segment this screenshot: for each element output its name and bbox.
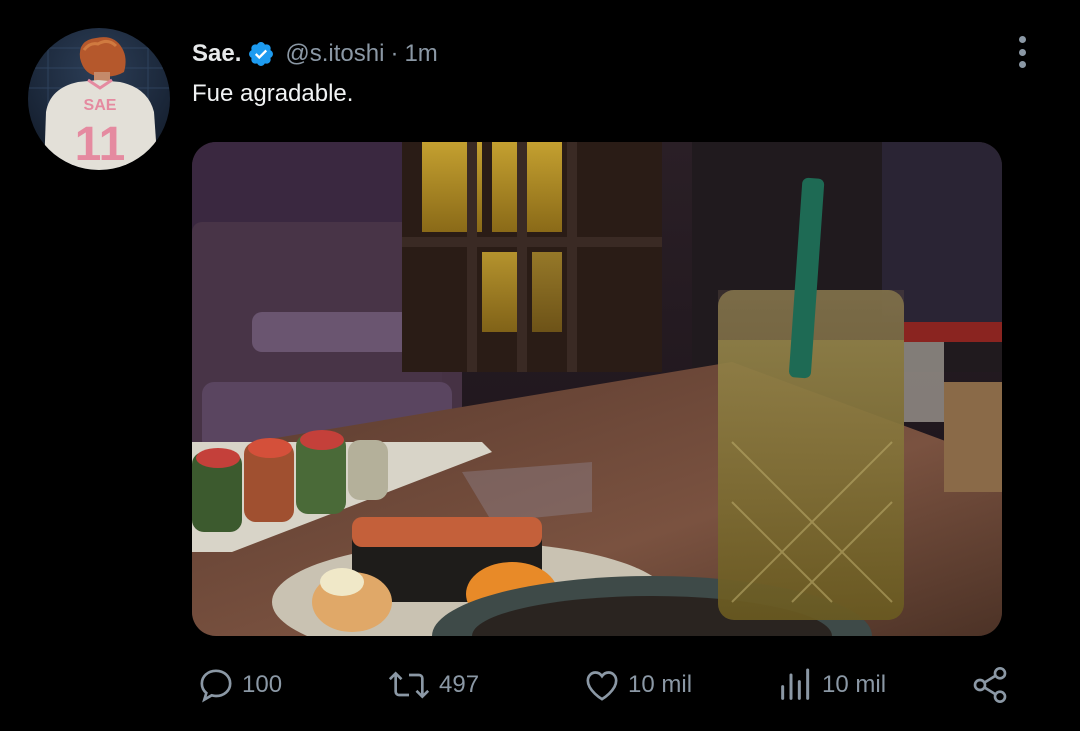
dot	[1018, 61, 1026, 68]
tweet: SAE 11 Sae. @s.itoshi · 1m Fue agradable…	[0, 0, 1080, 731]
separator: ·	[390, 40, 399, 67]
timestamp[interactable]: 1m	[404, 40, 437, 68]
like-button[interactable]: 10 mil	[582, 655, 692, 715]
reply-button[interactable]: 100	[196, 655, 282, 715]
views-icon	[776, 665, 816, 705]
retweet-icon	[385, 665, 433, 705]
tweet-text: Fue agradable.	[192, 80, 354, 107]
retweet-button[interactable]: 497	[385, 655, 479, 715]
retweet-count: 497	[439, 671, 480, 698]
heart-icon	[582, 665, 622, 705]
reply-icon	[196, 665, 236, 705]
avatar-image: SAE 11	[28, 28, 170, 170]
avatar-jersey-text: SAE	[84, 97, 117, 114]
views-count: 10 mil	[822, 671, 887, 698]
tweet-media[interactable]	[192, 142, 1002, 636]
display-name[interactable]: Sae.	[192, 40, 241, 68]
views-button[interactable]: 10 mil	[776, 655, 886, 715]
verified-badge-icon	[247, 40, 275, 68]
avatar[interactable]: SAE 11	[28, 28, 170, 170]
tweet-actions: 100 497 10 mil 10 mil	[0, 655, 1080, 715]
more-options-icon[interactable]	[1010, 34, 1034, 70]
dot	[1018, 36, 1026, 43]
share-button[interactable]	[970, 655, 1010, 715]
avatar-jersey-number: 11	[75, 118, 126, 170]
like-count: 10 mil	[628, 671, 693, 698]
share-icon	[970, 665, 1010, 705]
handle[interactable]: @s.itoshi	[285, 40, 384, 68]
dot	[1018, 48, 1026, 56]
reply-count: 100	[242, 671, 283, 698]
tweet-header: Sae. @s.itoshi · 1m	[192, 36, 438, 72]
restaurant-photo	[192, 142, 1002, 636]
